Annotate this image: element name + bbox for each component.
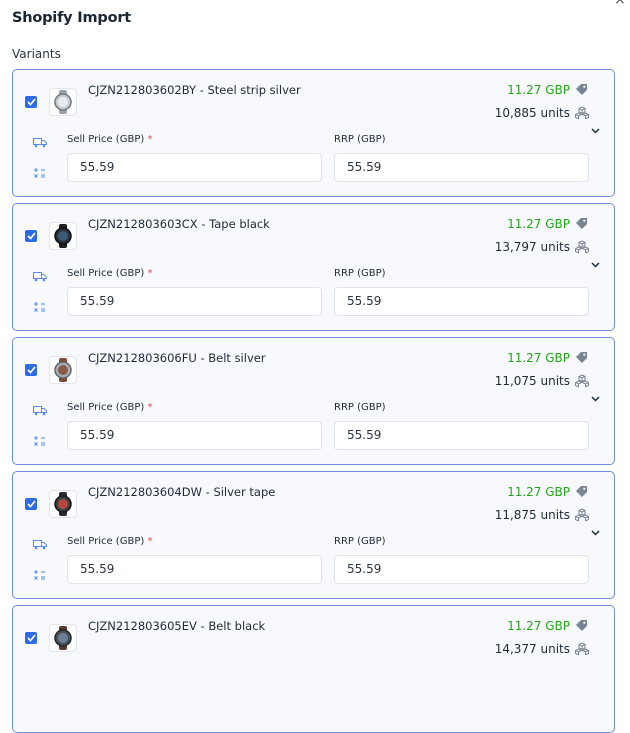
truck-icon bbox=[33, 406, 47, 416]
variant-price: 11.27 GBP bbox=[507, 351, 570, 365]
rrp-input[interactable]: 55.59 bbox=[334, 287, 589, 316]
close-icon[interactable]: × bbox=[614, 0, 626, 8]
page-title: Shopify Import bbox=[12, 10, 132, 26]
variant-name: CJZN212803603CX - Tape black bbox=[88, 217, 270, 231]
stock-boxes-icon bbox=[575, 508, 589, 521]
chevron-down-icon[interactable] bbox=[591, 530, 600, 536]
rrp-label: RRP (GBP) bbox=[334, 134, 386, 145]
variant-card: CJZN212803603CX - Tape black 11.27 GBP 1… bbox=[12, 203, 615, 331]
truck-icon bbox=[33, 272, 47, 282]
variant-price: 11.27 GBP bbox=[507, 485, 570, 499]
check-icon bbox=[26, 232, 36, 240]
rrp-input[interactable]: 55.59 bbox=[334, 153, 589, 182]
calculator-icon bbox=[34, 570, 45, 580]
sell-price-label: Sell Price (GBP) * bbox=[67, 268, 153, 279]
check-icon bbox=[26, 634, 36, 642]
stock-boxes-icon bbox=[575, 240, 589, 253]
price-tag-icon bbox=[576, 620, 587, 631]
price-tag-icon bbox=[576, 218, 587, 229]
variant-card: CJZN212803602BY - Steel strip silver 11.… bbox=[12, 69, 615, 197]
variant-card: CJZN212803606FU - Belt silver 11.27 GBP … bbox=[12, 337, 615, 465]
variant-name: CJZN212803604DW - Silver tape bbox=[88, 485, 276, 499]
chevron-down-icon[interactable] bbox=[591, 262, 600, 268]
required-mark: * bbox=[147, 268, 153, 279]
variant-price: 11.27 GBP bbox=[507, 619, 570, 633]
sell-price-input[interactable]: 55.59 bbox=[67, 153, 322, 182]
variant-checkbox[interactable] bbox=[25, 498, 37, 510]
sell-price-input[interactable]: 55.59 bbox=[67, 421, 322, 450]
sell-price-input[interactable]: 55.59 bbox=[67, 287, 322, 316]
rrp-label: RRP (GBP) bbox=[334, 402, 386, 413]
check-icon bbox=[26, 98, 36, 106]
watch-dark-icon bbox=[49, 624, 77, 652]
required-mark: * bbox=[147, 536, 153, 547]
stock-boxes-icon bbox=[575, 642, 589, 655]
variant-checkbox[interactable] bbox=[25, 632, 37, 644]
rrp-input[interactable]: 55.59 bbox=[334, 555, 589, 584]
watch-red-icon bbox=[49, 490, 77, 518]
variant-checkbox[interactable] bbox=[25, 96, 37, 108]
stock-boxes-icon bbox=[575, 106, 589, 119]
price-tag-icon bbox=[576, 84, 587, 95]
truck-icon bbox=[33, 138, 47, 148]
price-tag-icon bbox=[576, 486, 587, 497]
rrp-label: RRP (GBP) bbox=[334, 536, 386, 547]
variant-price: 11.27 GBP bbox=[507, 83, 570, 97]
variant-card: CJZN212803604DW - Silver tape 11.27 GBP … bbox=[12, 471, 615, 599]
check-icon bbox=[26, 500, 36, 508]
check-icon bbox=[26, 366, 36, 374]
calculator-icon bbox=[34, 436, 45, 446]
calculator-icon bbox=[34, 302, 45, 312]
chevron-down-icon[interactable] bbox=[591, 128, 600, 134]
section-label-variants: Variants bbox=[12, 47, 61, 61]
variant-card: CJZN212803605EV - Belt black 11.27 GBP 1… bbox=[12, 605, 615, 733]
calculator-icon bbox=[34, 168, 45, 178]
variant-stock-units: 10,885 units bbox=[494, 106, 570, 120]
watch-black-icon bbox=[49, 222, 77, 250]
watch-brown-icon bbox=[49, 356, 77, 384]
sell-price-label: Sell Price (GBP) * bbox=[67, 134, 153, 145]
variant-checkbox[interactable] bbox=[25, 364, 37, 376]
required-mark: * bbox=[147, 402, 153, 413]
rrp-input[interactable]: 55.59 bbox=[334, 421, 589, 450]
variant-stock-units: 14,377 units bbox=[494, 642, 570, 656]
truck-icon bbox=[33, 540, 47, 550]
sell-price-input[interactable]: 55.59 bbox=[67, 555, 322, 584]
variant-stock-units: 11,075 units bbox=[494, 374, 570, 388]
watch-silver-icon bbox=[49, 88, 77, 116]
sell-price-label: Sell Price (GBP) * bbox=[67, 402, 153, 413]
variant-name: CJZN212803606FU - Belt silver bbox=[88, 351, 266, 365]
sell-price-label: Sell Price (GBP) * bbox=[67, 536, 153, 547]
chevron-down-icon[interactable] bbox=[591, 396, 600, 402]
variant-price: 11.27 GBP bbox=[507, 217, 570, 231]
variant-stock-units: 11,875 units bbox=[494, 508, 570, 522]
variant-checkbox[interactable] bbox=[25, 230, 37, 242]
stock-boxes-icon bbox=[575, 374, 589, 387]
rrp-label: RRP (GBP) bbox=[334, 268, 386, 279]
required-mark: * bbox=[147, 134, 153, 145]
variant-stock-units: 13,797 units bbox=[494, 240, 570, 254]
variant-name: CJZN212803605EV - Belt black bbox=[88, 619, 266, 633]
variant-name: CJZN212803602BY - Steel strip silver bbox=[88, 83, 301, 97]
price-tag-icon bbox=[576, 352, 587, 363]
